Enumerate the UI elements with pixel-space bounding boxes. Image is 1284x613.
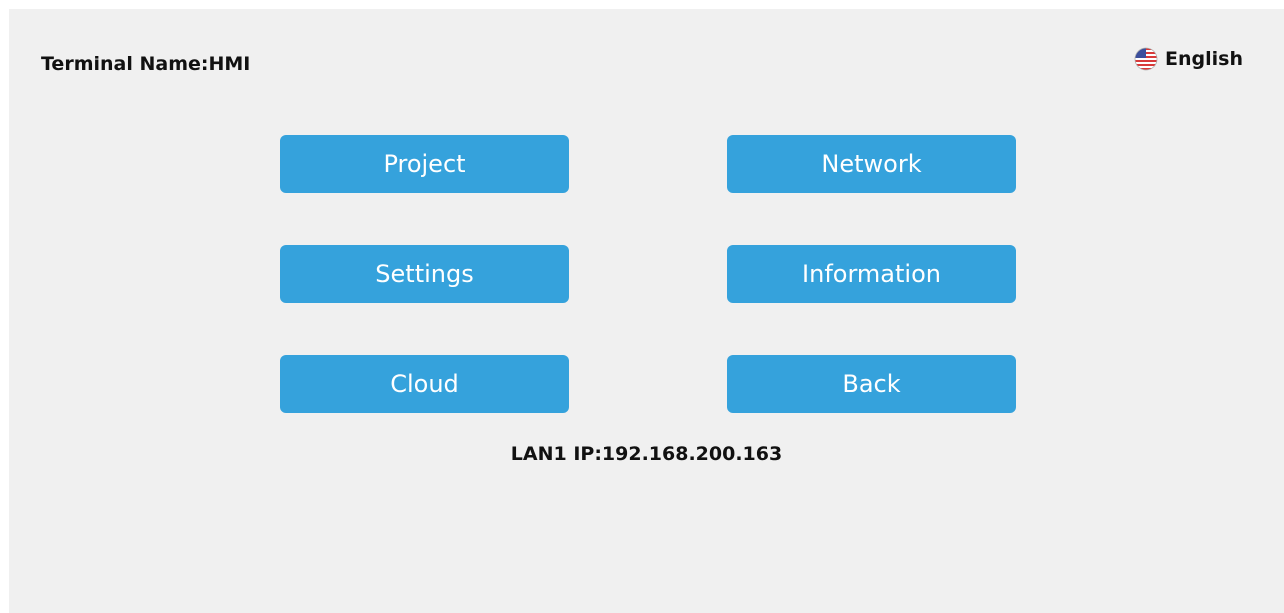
lan-ip-label: LAN1 IP:192.168.200.163	[510, 443, 783, 465]
information-button[interactable]: Information	[727, 245, 1016, 303]
settings-button[interactable]: Settings	[280, 245, 569, 303]
cloud-button[interactable]: Cloud	[280, 355, 569, 413]
terminal-name-label: Terminal Name:HMI	[41, 53, 251, 75]
us-flag-icon	[1134, 47, 1158, 71]
language-label: English	[1165, 48, 1243, 70]
network-button[interactable]: Network	[727, 135, 1016, 193]
hmi-home-screen: Terminal Name:HMI English Project Networ…	[9, 9, 1284, 613]
back-button[interactable]: Back	[727, 355, 1016, 413]
language-selector[interactable]: English	[1134, 47, 1243, 71]
project-button[interactable]: Project	[280, 135, 569, 193]
